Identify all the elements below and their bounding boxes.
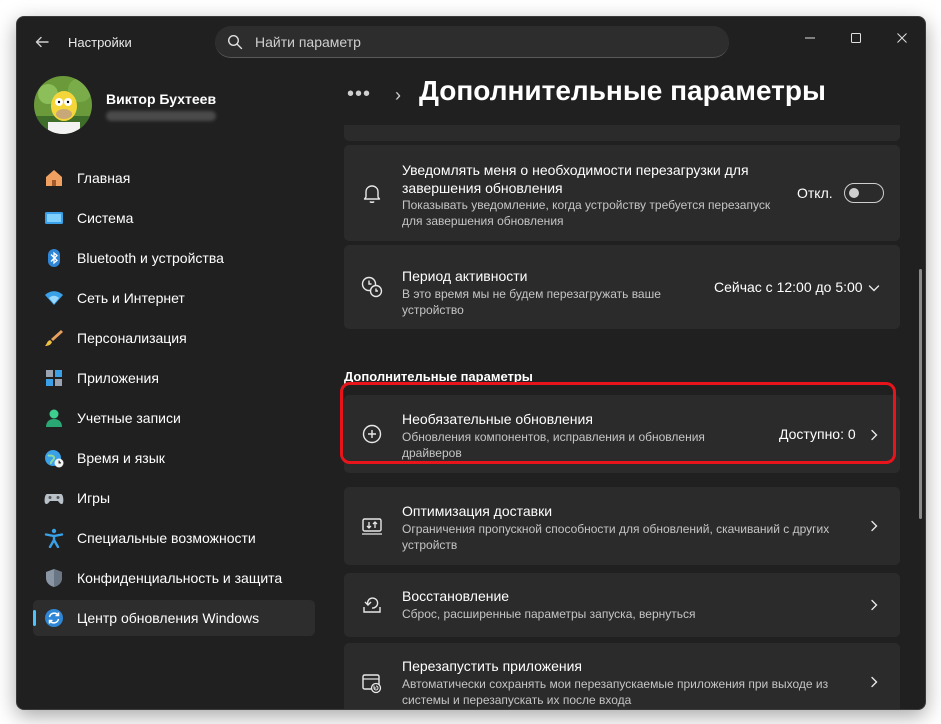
optional-updates-card[interactable]: Необязательные обновления Обновления ком… (344, 395, 900, 473)
apps-icon (46, 370, 62, 386)
accessibility-icon (44, 528, 64, 548)
breadcrumb-overflow-button[interactable]: ••• (347, 83, 371, 106)
profile-name: Виктор Бухтеев (106, 91, 217, 107)
chevron-right-icon (871, 429, 878, 441)
restart-apps-card[interactable]: Перезапустить приложения Автоматически с… (344, 643, 900, 709)
sidebar-item-label: Конфиденциальность и защита (77, 570, 283, 586)
sidebar-item-label: Главная (77, 170, 131, 186)
brush-icon (45, 330, 63, 346)
content-scrollbar[interactable] (919, 269, 922, 519)
back-arrow-icon (35, 36, 49, 48)
card-title: Перезапустить приложения (402, 658, 582, 674)
sidebar-item-gaming[interactable]: Игры (33, 480, 315, 516)
bluetooth-icon (48, 249, 60, 267)
card-title: Необязательные обновления (402, 411, 593, 427)
close-icon (897, 33, 907, 43)
sidebar-item-label: Сеть и Интернет (77, 290, 185, 306)
sidebar-item-label: Специальные возможности (77, 530, 256, 546)
card-title: Период активности (402, 268, 528, 284)
wifi-icon (45, 291, 63, 305)
maximize-icon (851, 33, 861, 43)
delivery-icon (362, 518, 382, 535)
card-subtitle: Автоматически сохранять мои перезапускае… (402, 677, 829, 707)
active-hours-card[interactable]: Период активности В это время мы не буде… (344, 245, 900, 329)
plus-circle-icon (362, 424, 382, 444)
sidebar-item-label: Персонализация (77, 330, 187, 346)
search-input[interactable] (253, 31, 717, 53)
avatar-image (34, 76, 92, 134)
close-button[interactable] (879, 23, 925, 53)
breadcrumb-separator: › (395, 85, 401, 105)
card-subtitle: Ограничения пропускной способности для о… (402, 522, 830, 552)
card-title: Уведомлять меня о необходимости перезагр… (402, 162, 749, 196)
section-heading: Дополнительные параметры (344, 369, 533, 384)
title-bar: Настройки (17, 17, 925, 65)
chevron-right-icon (871, 520, 878, 532)
maximize-button[interactable] (833, 23, 879, 53)
gamepad-icon (44, 494, 64, 505)
system-icon (45, 212, 63, 224)
notify-restart-card: Уведомлять меня о необходимости перезагр… (344, 145, 900, 241)
active-hours-value: Сейчас с 12:00 до 5:00 (714, 279, 863, 295)
search-box[interactable] (215, 26, 729, 58)
optional-updates-count: Доступно: 0 (779, 426, 856, 442)
bell-icon (363, 185, 381, 203)
sidebar-item-time-language[interactable]: Время и язык (33, 440, 315, 476)
card-subtitle: Обновления компонентов, исправления и об… (402, 430, 705, 460)
chevron-right-icon (871, 676, 878, 688)
toggle-knob (849, 188, 859, 198)
account-icon (46, 409, 62, 427)
search-icon (227, 34, 243, 50)
sidebar-item-accessibility[interactable]: Специальные возможности (33, 520, 315, 556)
sidebar-item-accounts[interactable]: Учетные записи (33, 400, 315, 436)
sidebar-item-network[interactable]: Сеть и Интернет (33, 280, 315, 316)
sidebar-item-label: Приложения (77, 370, 159, 386)
sidebar-item-windows-update[interactable]: Центр обновления Windows (33, 600, 315, 636)
delivery-optimization-card[interactable]: Оптимизация доставки Ограничения пропуск… (344, 487, 900, 565)
settings-window: Настройки Найти параметр Виктор Бухтеев … (16, 16, 926, 710)
sidebar-item-label: Bluetooth и устройства (77, 250, 224, 266)
minimize-button[interactable] (787, 23, 833, 53)
sidebar-item-home[interactable]: Главная (33, 160, 315, 196)
avatar[interactable] (34, 76, 92, 134)
sidebar-item-system[interactable]: Система (33, 200, 315, 236)
sidebar-item-personalization[interactable]: Персонализация (33, 320, 315, 356)
shield-icon (46, 569, 62, 587)
sidebar-item-label: Учетные записи (77, 410, 181, 426)
chevron-right-icon (871, 599, 878, 611)
profile-email-redacted (106, 111, 216, 121)
home-icon (46, 170, 62, 186)
chevron-down-icon[interactable] (866, 280, 882, 296)
sidebar-item-label: Центр обновления Windows (77, 610, 260, 626)
active-hours-icon (361, 276, 383, 298)
previous-card-partial (344, 125, 900, 141)
restart-apps-icon (362, 674, 382, 694)
app-title: Настройки (68, 35, 132, 50)
minimize-icon (805, 37, 815, 39)
sidebar-item-label: Игры (77, 490, 111, 506)
card-subtitle: Показывать уведомление, когда устройству… (402, 198, 771, 228)
sidebar-item-bluetooth[interactable]: Bluetooth и устройства (33, 240, 315, 276)
card-subtitle: Сброс, расширенные параметры запуска, ве… (402, 607, 696, 621)
card-title: Оптимизация доставки (402, 503, 553, 519)
back-button[interactable] (31, 31, 53, 53)
card-title: Восстановление (402, 588, 510, 604)
sidebar-nav: Главная Система Bluetooth и устройства С… (33, 160, 315, 640)
recovery-icon (363, 597, 381, 613)
notify-restart-toggle[interactable] (844, 183, 884, 203)
sidebar-item-apps[interactable]: Приложения (33, 360, 315, 396)
recovery-card[interactable]: Восстановление Сброс, расширенные параме… (344, 573, 900, 637)
page-title: Дополнительные параметры (419, 75, 826, 106)
card-subtitle: В это время мы не будем перезагружать ва… (402, 287, 661, 317)
update-icon (45, 609, 63, 627)
sidebar-item-label: Время и язык (77, 450, 165, 466)
toggle-state-label: Откл. (797, 185, 833, 201)
sidebar-item-privacy[interactable]: Конфиденциальность и защита (33, 560, 315, 596)
sidebar-item-label: Система (77, 210, 134, 226)
globe-clock-icon (45, 450, 64, 468)
